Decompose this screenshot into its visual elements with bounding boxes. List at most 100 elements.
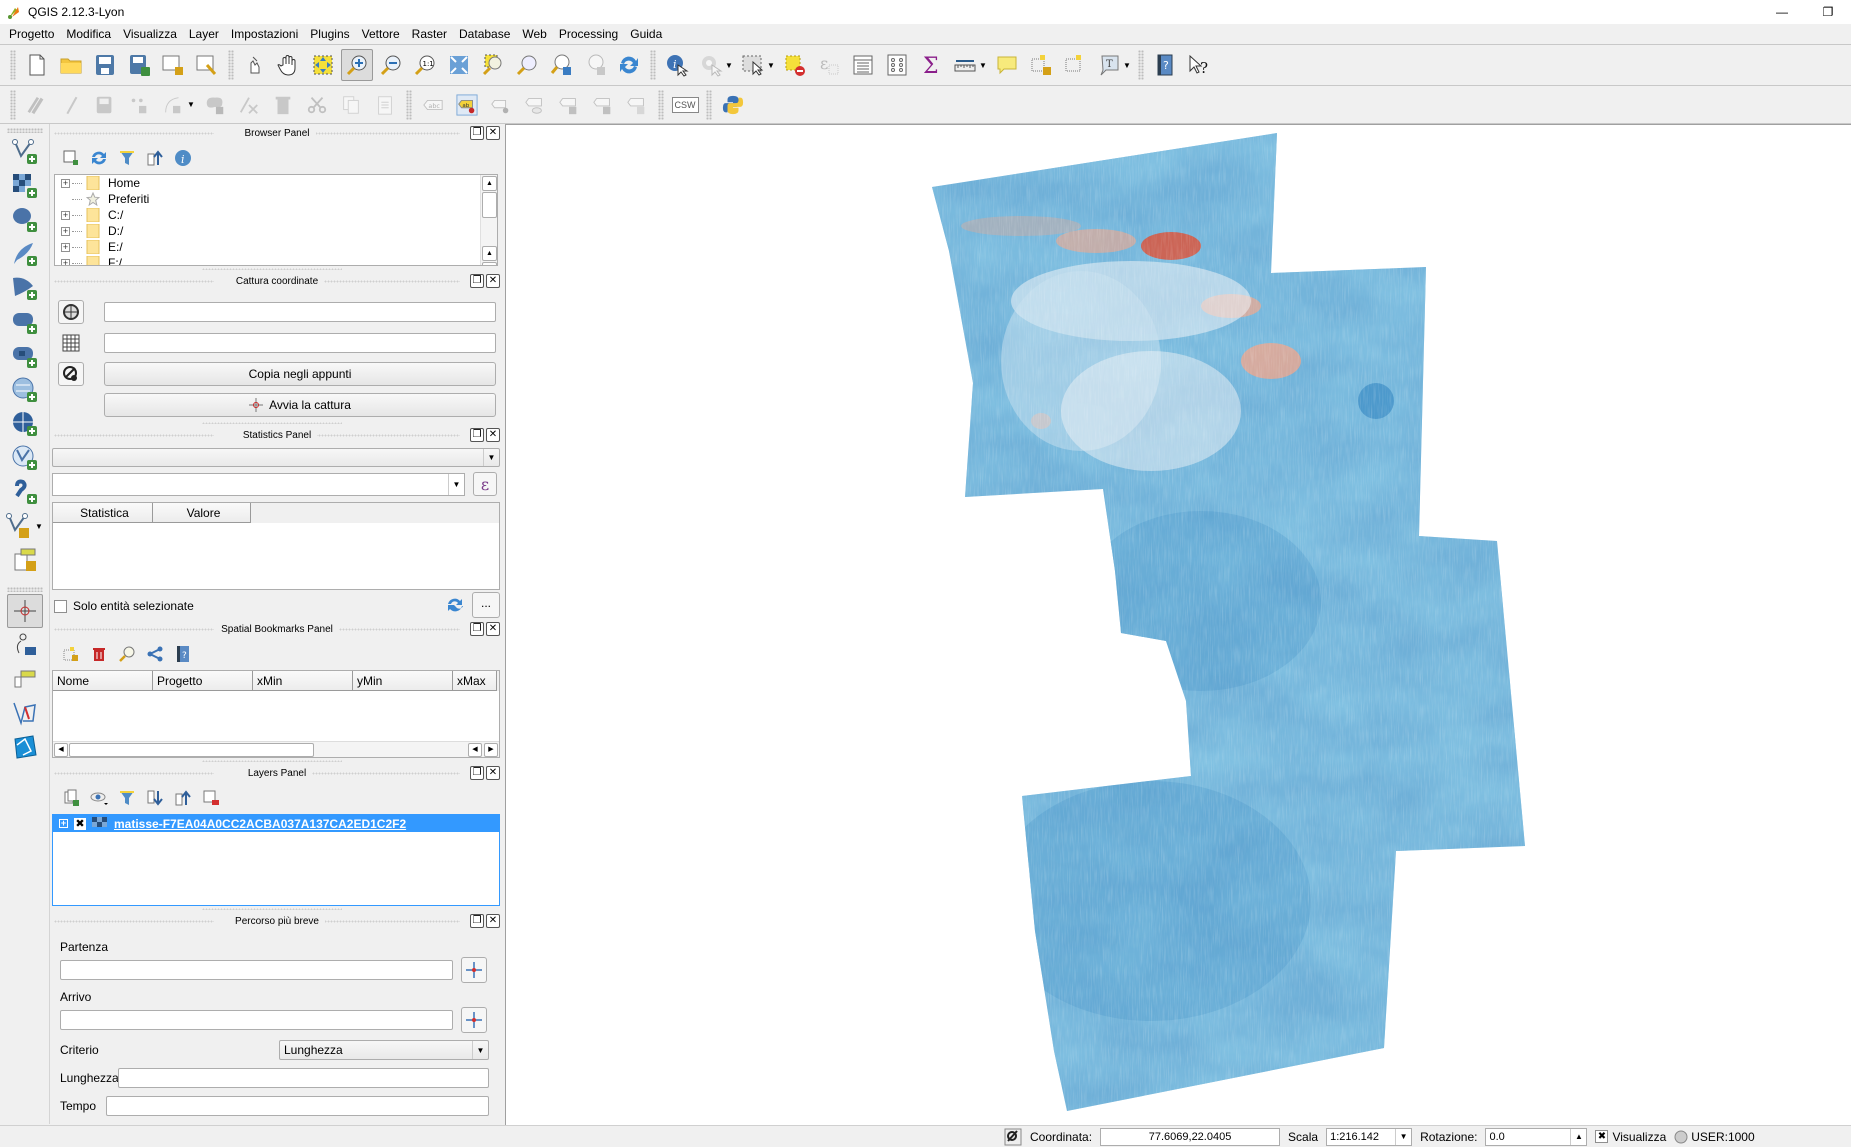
- rotation-spinbox[interactable]: 0.0 ▲: [1485, 1127, 1588, 1146]
- browser-panel-titlebar[interactable]: Browser Panel ❐ ✕: [52, 124, 502, 142]
- pick-end-button[interactable]: [461, 1007, 487, 1033]
- coordinate-field[interactable]: 77.6069,22.0405: [1100, 1127, 1281, 1146]
- spin-up-icon[interactable]: ▲: [1570, 1128, 1586, 1145]
- csw-button[interactable]: CSW: [669, 89, 701, 121]
- layer-visibility-checkbox[interactable]: ✖: [74, 817, 86, 830]
- close-panel-button[interactable]: ✕: [486, 274, 500, 288]
- add-oracle-layer-button[interactable]: [7, 305, 43, 339]
- manage-visibility-button[interactable]: [88, 787, 110, 809]
- current-edits-button[interactable]: [21, 89, 53, 121]
- toggle-extents-icon[interactable]: [1004, 1128, 1022, 1146]
- zoom-in-button[interactable]: [341, 49, 373, 81]
- close-panel-button[interactable]: ✕: [486, 766, 500, 780]
- menu-raster[interactable]: Raster: [406, 24, 453, 44]
- layer-item[interactable]: + ✖ matisse-F7EA04A0CC2ACBA037A137CA2ED1…: [53, 815, 499, 832]
- field-calculator-button[interactable]: [881, 49, 913, 81]
- show-bookmarks-button[interactable]: [1059, 49, 1091, 81]
- menu-layer[interactable]: Layer: [183, 24, 225, 44]
- toolbar-grip[interactable]: [10, 89, 16, 120]
- zoom-out-button[interactable]: [375, 49, 407, 81]
- statistics-options-button[interactable]: ...: [472, 592, 500, 618]
- toolbar-grip[interactable]: [6, 128, 43, 133]
- float-panel-button[interactable]: ❐: [470, 126, 484, 140]
- length-field[interactable]: [118, 1068, 489, 1088]
- scroll-left-button[interactable]: ◀: [468, 742, 482, 757]
- delete-bookmark-button[interactable]: [88, 643, 110, 665]
- new-bookmark-button[interactable]: [1025, 49, 1057, 81]
- menu-progetto[interactable]: Progetto: [3, 24, 60, 44]
- whats-this-button[interactable]: ?: [1183, 49, 1215, 81]
- menu-visualizza[interactable]: Visualizza: [117, 24, 183, 44]
- share-bookmark-button[interactable]: [144, 643, 166, 665]
- copy-to-clipboard-button[interactable]: Copia negli appunti: [104, 361, 496, 386]
- scroll-thumb[interactable]: [482, 192, 497, 218]
- scale-combobox[interactable]: 1:216.142 ▼: [1326, 1127, 1413, 1146]
- move-feature-button[interactable]: [199, 89, 231, 121]
- cut-features-button[interactable]: [301, 89, 333, 121]
- add-virtual-layer-button[interactable]: [7, 543, 43, 577]
- column-header-statistica[interactable]: Statistica: [53, 503, 153, 523]
- scroll-up-button[interactable]: ▲: [482, 176, 497, 191]
- browser-item-d[interactable]: + D:/: [55, 223, 497, 239]
- new-shapefile-button[interactable]: ▼: [3, 509, 47, 543]
- menu-vettore[interactable]: Vettore: [356, 24, 406, 44]
- shortest-path-titlebar[interactable]: Percorso più breve ❐ ✕: [52, 912, 502, 930]
- new-project-button[interactable]: [21, 49, 53, 81]
- expand-icon[interactable]: +: [59, 819, 68, 828]
- menu-database[interactable]: Database: [453, 24, 516, 44]
- float-panel-button[interactable]: ❐: [470, 622, 484, 636]
- measure-line-button[interactable]: [949, 49, 981, 81]
- toolbar-grip[interactable]: [650, 50, 656, 80]
- column-header-nome[interactable]: Nome: [53, 671, 153, 691]
- float-panel-button[interactable]: ❐: [470, 274, 484, 288]
- track-mouse-button[interactable]: [58, 361, 84, 386]
- pick-start-button[interactable]: [461, 957, 487, 983]
- bookmarks-panel-titlebar[interactable]: Spatial Bookmarks Panel ❐ ✕: [52, 620, 502, 638]
- select-features-button[interactable]: [737, 49, 769, 81]
- browser-filter-button[interactable]: [116, 147, 138, 169]
- user-crs-coordinate-field[interactable]: [104, 332, 496, 353]
- menu-web[interactable]: Web: [516, 24, 552, 44]
- add-wcs-layer-button[interactable]: [7, 407, 43, 441]
- change-label-button[interactable]: [621, 89, 653, 121]
- browser-properties-button[interactable]: i: [172, 147, 194, 169]
- expand-icon[interactable]: +: [61, 178, 70, 188]
- expand-icon[interactable]: +: [61, 210, 70, 220]
- filter-legend-button[interactable]: [116, 787, 138, 809]
- save-project-button[interactable]: [89, 49, 121, 81]
- add-delimited-text-button[interactable]: [7, 475, 43, 509]
- criterion-combobox[interactable]: Lunghezza ▼: [279, 1040, 489, 1060]
- coordinate-capture-button[interactable]: [6, 594, 43, 628]
- menu-impostazioni[interactable]: Impostazioni: [225, 24, 304, 44]
- add-raster-layer-button[interactable]: [7, 169, 43, 203]
- zoom-native-button[interactable]: 1:1: [409, 49, 441, 81]
- rotate-label-button[interactable]: [587, 89, 619, 121]
- open-project-button[interactable]: [55, 49, 87, 81]
- browser-item-f[interactable]: + F:/: [55, 255, 497, 265]
- render-checkbox[interactable]: ✖: [1595, 1130, 1609, 1143]
- expand-icon[interactable]: +: [61, 258, 70, 265]
- crs-selector-button[interactable]: [58, 299, 84, 324]
- remove-layer-button[interactable]: [200, 787, 222, 809]
- save-layer-edits-button[interactable]: [89, 89, 121, 121]
- run-action-button[interactable]: [695, 49, 727, 81]
- column-header-ymin[interactable]: yMin: [353, 671, 453, 691]
- float-panel-button[interactable]: ❐: [470, 428, 484, 442]
- show-hide-labels-eye-button[interactable]: [519, 89, 551, 121]
- map-crs-coordinate-field[interactable]: [104, 301, 496, 322]
- toolbar-grip[interactable]: [228, 50, 234, 80]
- column-header-valore[interactable]: Valore: [153, 503, 251, 523]
- crs-globe-icon[interactable]: [1674, 1130, 1688, 1144]
- expand-all-button[interactable]: [144, 787, 166, 809]
- selected-only-checkbox[interactable]: [54, 599, 67, 613]
- touch-zoom-button[interactable]: [239, 49, 271, 81]
- node-tool-2-button[interactable]: [233, 89, 265, 121]
- layer-labeling-button[interactable]: abc: [417, 89, 449, 121]
- menu-processing[interactable]: Processing: [553, 24, 624, 44]
- pan-to-selection-button[interactable]: [307, 49, 339, 81]
- restore-button[interactable]: ❐: [1805, 0, 1851, 24]
- scroll-right-button[interactable]: ▶: [484, 742, 498, 757]
- help-contents-button[interactable]: ?: [1149, 49, 1181, 81]
- time-field[interactable]: [106, 1096, 489, 1116]
- close-panel-button[interactable]: ✕: [486, 126, 500, 140]
